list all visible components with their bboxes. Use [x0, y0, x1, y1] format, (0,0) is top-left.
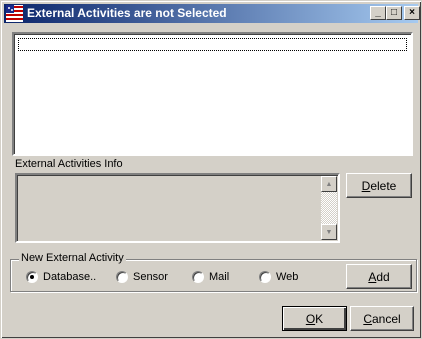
- minimize-button[interactable]: _: [370, 6, 386, 20]
- radio-label-mail: Mail: [209, 271, 230, 283]
- add-button[interactable]: Add: [346, 264, 412, 289]
- info-scrollbar[interactable]: ▲ ▼: [321, 176, 337, 240]
- radio-selected-dot: [30, 275, 34, 279]
- ok-label: OK: [305, 311, 324, 326]
- cancel-button[interactable]: Cancel: [350, 306, 414, 331]
- title-bar[interactable]: External Activities are not Selected _ □…: [4, 4, 420, 23]
- radio-database[interactable]: Database..: [26, 271, 96, 283]
- radio-web[interactable]: Web: [259, 271, 298, 283]
- radio-circle-sensor: [116, 271, 128, 283]
- new-activity-label: New External Activity: [19, 252, 126, 264]
- add-label: Add: [368, 269, 390, 284]
- close-icon: ×: [409, 7, 415, 18]
- window-title: External Activities are not Selected: [27, 6, 227, 20]
- radio-label-database: Database..: [43, 271, 97, 283]
- arrow-down-icon: ▼: [325, 228, 333, 236]
- close-button[interactable]: ×: [404, 6, 420, 20]
- radio-circle-database: [26, 271, 38, 283]
- delete-button[interactable]: Delete: [346, 173, 412, 198]
- radio-sensor[interactable]: Sensor: [116, 271, 168, 283]
- list-focus-rect: [18, 38, 407, 51]
- maximize-button[interactable]: □: [386, 6, 402, 20]
- external-activities-list[interactable]: [12, 32, 413, 156]
- radio-circle-mail: [192, 271, 204, 283]
- cancel-label: Cancel: [363, 311, 401, 326]
- app-flag-icon: [6, 5, 23, 22]
- maximize-icon: □: [390, 7, 398, 18]
- scroll-up-button[interactable]: ▲: [321, 176, 337, 192]
- arrow-up-icon: ▲: [325, 180, 333, 188]
- radio-mail[interactable]: Mail: [192, 271, 229, 283]
- info-label: External Activities Info: [15, 158, 123, 170]
- minimize-icon: _: [375, 7, 381, 18]
- radio-label-web: Web: [276, 271, 299, 283]
- radio-label-sensor: Sensor: [133, 271, 168, 283]
- scroll-down-button[interactable]: ▼: [321, 224, 337, 240]
- delete-label: Delete: [361, 178, 397, 193]
- activity-info-box[interactable]: ▲ ▼: [15, 173, 340, 243]
- ok-button[interactable]: OK: [282, 306, 347, 331]
- radio-circle-web: [259, 271, 271, 283]
